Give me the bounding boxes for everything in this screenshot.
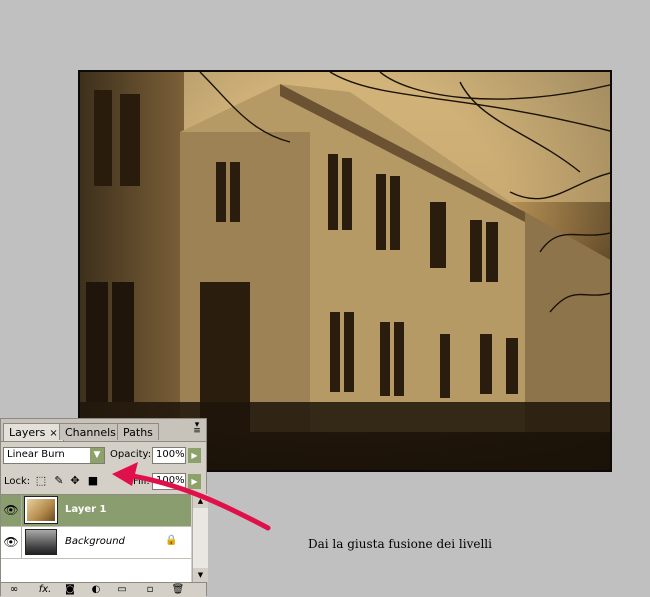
blend-mode-value: Linear Burn [7,449,65,460]
eye-icon[interactable]: 👁 [1,495,22,526]
lock-icon: 🔒 [165,535,178,546]
link-layers-icon[interactable]: ∞ [7,583,21,596]
tab-paths[interactable]: Paths [117,423,159,440]
add-mask-icon[interactable]: ◙ [63,583,77,596]
layer-row-background[interactable]: 👁 Background 🔒 [1,527,191,559]
layer-name: Layer 1 [65,504,107,515]
blend-mode-select[interactable]: Linear Burn ▼ [3,447,105,464]
panel-bottom-bar: ∞ fx. ◙ ◐ ▭ ▫ 🗑 [1,582,206,597]
layer-thumbnail [24,496,58,524]
layer-thumbnail [25,529,57,555]
opacity-slider-button[interactable]: ▶ [188,448,201,463]
canvas-image [78,70,612,472]
layer-row-layer-1[interactable]: 👁 Layer 1 [1,495,191,527]
lock-label: Lock: [4,476,31,487]
layer-name: Background [65,536,125,547]
layers-scrollbar[interactable]: ▲ ▼ [192,494,208,582]
eye-icon[interactable]: 👁 [1,527,22,558]
scroll-up-icon[interactable]: ▲ [193,494,208,508]
new-group-icon[interactable]: ▭ [115,583,129,596]
tab-layers[interactable]: Layers × [3,423,64,441]
tab-paths-label: Paths [123,426,153,439]
building-illustration [80,72,610,470]
layers-list: 👁 Layer 1 👁 Background 🔒 [1,494,191,583]
opacity-value: 100% [156,449,185,460]
fill-value: 100% [156,475,185,486]
fill-label: Fill: [133,476,150,487]
lock-all-icon[interactable]: ■ [87,474,99,487]
trash-icon[interactable]: 🗑 [171,583,185,596]
chevron-down-icon[interactable]: ▼ [90,448,104,463]
opacity-field[interactable]: 100% [152,447,186,464]
lock-transparency-icon[interactable]: ⬚ [35,474,47,487]
panel-tabs: Layers × Channels Paths ▾ ≡ [1,419,206,442]
new-layer-icon[interactable]: ▫ [143,583,157,596]
tab-channels-label: Channels [65,426,116,439]
lock-image-icon[interactable]: ✎ [53,474,65,487]
scroll-down-icon[interactable]: ▼ [193,568,208,582]
caption-text: Dai la giusta fusione dei livelli [308,537,492,551]
tab-layers-label: Layers [9,426,46,439]
lock-position-icon[interactable]: ✥ [69,474,81,487]
adjustment-layer-icon[interactable]: ◐ [89,583,103,596]
fx-icon[interactable]: fx. [35,583,55,596]
opacity-label: Opacity: [110,449,152,460]
close-icon[interactable]: × [49,428,57,439]
layers-panel: Layers × Channels Paths ▾ ≡ Linear Burn ▼ … [0,418,208,597]
fill-slider-button[interactable]: ▶ [188,474,201,489]
panel-menu-icon[interactable]: ▾ ≡ [190,421,204,436]
tab-channels[interactable]: Channels [59,423,122,440]
fill-field[interactable]: 100% [152,473,186,490]
